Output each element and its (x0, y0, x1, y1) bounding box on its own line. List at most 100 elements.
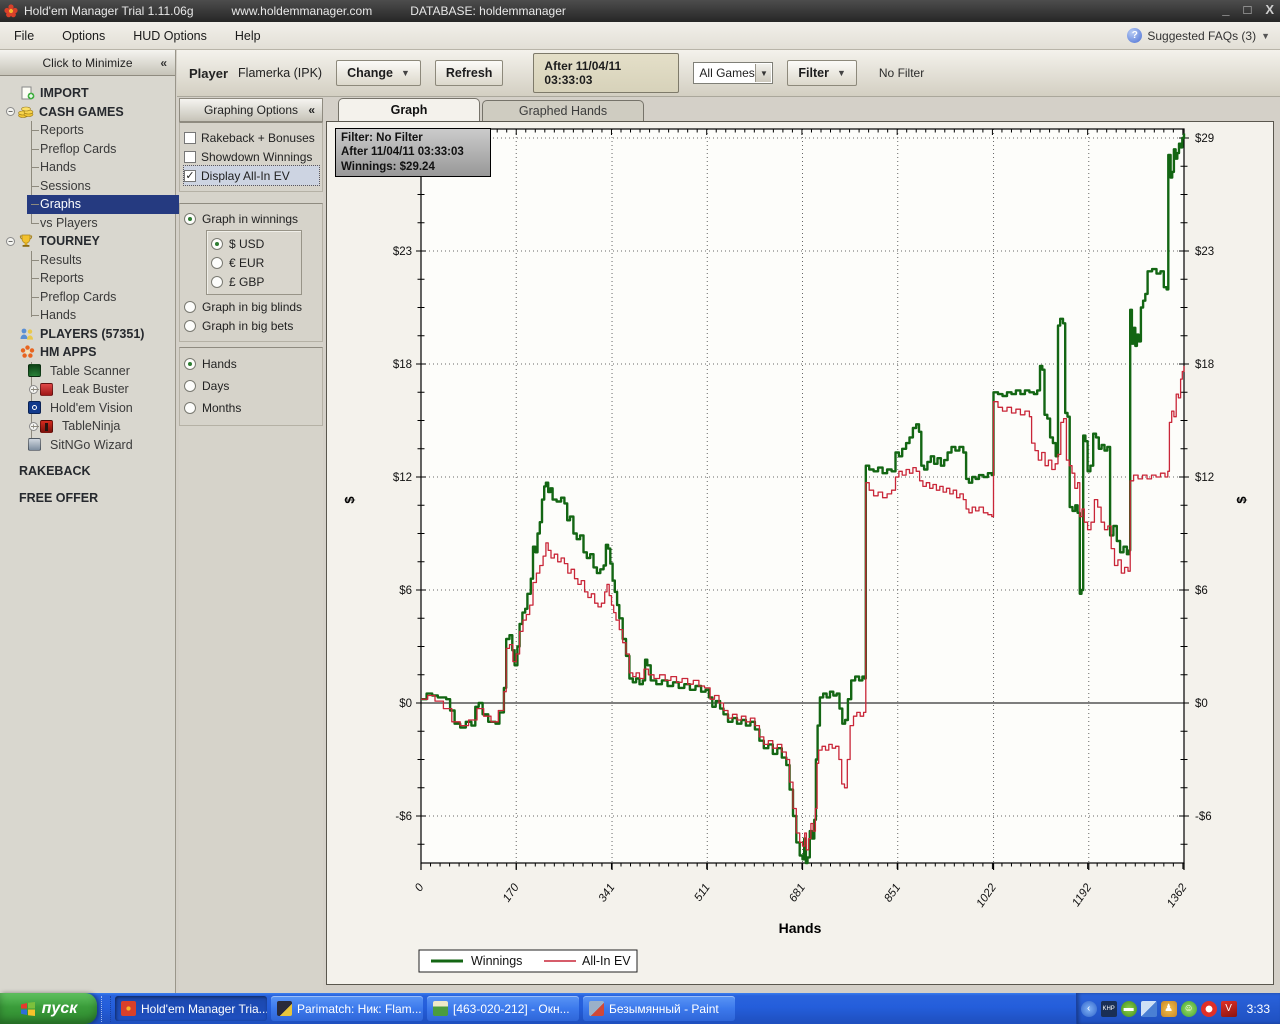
opera-icon[interactable] (1200, 1000, 1217, 1017)
winnings-chart-plot[interactable]: $29$29$23$23$18$18$12$12$6$6$0$0-$6-$601… (327, 122, 1273, 984)
taskbar-task-parimatch[interactable]: Parimatch: Ник: Flam... (271, 996, 423, 1021)
sidebar-section-free-offer[interactable]: FREE OFFER (6, 489, 175, 508)
graph-tabs: Graph Graphed Hands (326, 98, 644, 121)
radio-button[interactable] (184, 358, 196, 370)
sidebar-section-hm-apps[interactable]: HM APPS (6, 343, 175, 362)
sidebar-item-sitngo-wizard[interactable]: SitNGo Wizard (27, 436, 175, 455)
collapse-node-icon[interactable]: − (6, 107, 15, 117)
checkbox-box[interactable] (184, 131, 196, 144)
khp-icon[interactable]: KHP (1100, 1000, 1117, 1017)
change-player-button[interactable]: Change ▼ (336, 60, 421, 86)
radio-graph-in-big-blinds[interactable]: Graph in big blinds (184, 297, 319, 316)
sidebar-item-label: Table Scanner (50, 363, 130, 378)
expand-node-icon[interactable]: + (29, 421, 38, 431)
radio-months[interactable]: Months (184, 397, 319, 419)
sidebar-item-table-scanner[interactable]: Table Scanner (27, 362, 175, 381)
sidebar-item-leak-buster[interactable]: + Leak Buster (27, 380, 175, 399)
chevron-down-icon: ▼ (1261, 30, 1270, 41)
radio-button[interactable] (211, 237, 223, 250)
sidebar-section-cash-games[interactable]: − CASH GAMES (6, 103, 175, 122)
sidebar-item-label: Hold'em Vision (50, 400, 133, 415)
radio-graph-in-big-bets[interactable]: Graph in big bets (184, 316, 319, 335)
radio-hands[interactable]: Hands (184, 353, 319, 375)
svg-text:-$6: -$6 (395, 811, 412, 823)
combo-arrow-icon[interactable]: ▼ (755, 64, 772, 82)
radio--gbp[interactable]: £ GBP (211, 272, 297, 291)
network-icon[interactable] (1140, 1000, 1157, 1017)
antivirus-flag-icon[interactable]: V (1220, 1000, 1237, 1017)
sidebar-item-hands[interactable]: Hands (27, 158, 175, 177)
messenger-icon[interactable]: ☺ (1180, 1000, 1197, 1017)
refresh-button[interactable]: Refresh (434, 60, 504, 86)
sidebar-item-vs-players[interactable]: vs Players (27, 214, 175, 233)
radio-label: £ GBP (229, 274, 265, 289)
svg-text:170: 170 (501, 881, 522, 904)
radio--eur[interactable]: € EUR (211, 253, 297, 272)
radio-button[interactable] (184, 212, 196, 225)
expand-node-icon[interactable]: + (29, 384, 38, 394)
filter-button[interactable]: Filter ▼ (787, 60, 857, 86)
sidebar-section-label: IMPORT (40, 86, 89, 101)
minimize-button[interactable]: _ (1222, 2, 1229, 17)
sidebar-item-reports[interactable]: Reports (27, 269, 175, 288)
sidebar-item-label: vs Players (40, 215, 98, 230)
sidebar-section-players-57351-[interactable]: PLAYERS (57351) (6, 325, 175, 344)
radio-button[interactable] (211, 256, 223, 269)
sidebar-item-hold-em-vision[interactable]: Hold'em Vision (27, 399, 175, 418)
sidebar-item-results[interactable]: Results (27, 251, 175, 270)
svg-text:-$6: -$6 (1195, 811, 1212, 823)
window-title: Hold'em Manager Trial 1.11.06g (24, 4, 194, 18)
sidebar-item-hands[interactable]: Hands (27, 306, 175, 325)
sidebar-item-tableninja[interactable]: + TableNinja (27, 417, 175, 436)
sidebar-item-sessions[interactable]: Sessions (27, 177, 175, 196)
sidebar-section-tourney[interactable]: − TOURNEY (6, 232, 175, 251)
suggested-faqs[interactable]: ? Suggested FAQs (3) ▼ (1127, 22, 1270, 49)
sidebar-item-preflop-cards[interactable]: Preflop Cards (27, 140, 175, 159)
sidebar-item-preflop-cards[interactable]: Preflop Cards (27, 288, 175, 307)
people-icon[interactable]: ♟ (1160, 1000, 1177, 1017)
taskbar-task-table-window[interactable]: [463-020-212] - Окн... (427, 996, 579, 1021)
restore-button[interactable]: □ (1243, 2, 1251, 17)
sidebar-minimize-header[interactable]: Click to Minimize « (0, 50, 175, 76)
checkbox-box[interactable] (184, 150, 196, 163)
checkbox-rakeback-bonuses[interactable]: Rakeback + Bonuses (184, 128, 319, 147)
radio-button[interactable] (184, 380, 196, 392)
leak-buster-icon (40, 382, 53, 396)
window-database: DATABASE: holdemmanager (410, 4, 566, 18)
menu-file[interactable]: File (0, 22, 48, 49)
radio-button[interactable] (184, 402, 196, 414)
menu-hud-options[interactable]: HUD Options (119, 22, 221, 49)
svg-text:$: $ (1234, 496, 1249, 504)
checkbox-showdown-winnings[interactable]: Showdown Winnings (184, 147, 319, 166)
graphing-options-header[interactable]: Graphing Options « (179, 98, 323, 122)
sidebar-item-graphs[interactable]: Graphs (27, 195, 195, 214)
sidebar-tree: IMPORT − CASH GAMES Reports Preflop Cards Han… (0, 76, 195, 508)
radio-button[interactable] (184, 319, 196, 332)
smiley-shades-icon[interactable]: ▬ (1120, 1000, 1137, 1017)
sidebar-item-reports[interactable]: Reports (27, 121, 175, 140)
checkbox-box[interactable]: ✓ (184, 169, 196, 182)
radio-graph-in-winnings[interactable]: Graph in winnings (184, 209, 319, 228)
taskbar-task-paint[interactable]: Безымянный - Paint (583, 996, 735, 1021)
taskbar-task-hm-flower[interactable]: Hold'em Manager Tria... (115, 996, 267, 1021)
sidebar-item-label: Hands (40, 308, 77, 323)
collapse-node-icon[interactable]: − (6, 236, 15, 246)
checkbox-display-all-in-ev[interactable]: ✓ Display All-In EV (183, 165, 320, 186)
sidebar-section-import[interactable]: IMPORT (6, 84, 175, 103)
currency-subgroup: $ USD € EUR £ GBP (206, 230, 302, 295)
sidebar-section-rakeback[interactable]: RAKEBACK (6, 462, 175, 481)
tab-graph[interactable]: Graph (338, 98, 480, 121)
menu-options[interactable]: Options (48, 22, 119, 49)
date-filter-button[interactable]: After 11/04/11 03:33:03 (533, 53, 680, 93)
radio-button[interactable] (184, 300, 196, 313)
games-select[interactable]: All Games ▼ (693, 62, 774, 84)
close-button[interactable]: X (1265, 2, 1274, 17)
radio--usd[interactable]: $ USD (211, 234, 297, 253)
start-button[interactable]: пуск (0, 993, 97, 1024)
radio-days[interactable]: Days (184, 375, 319, 397)
radio-button[interactable] (211, 275, 223, 288)
menu-help[interactable]: Help (221, 22, 275, 49)
tab-graphed-hands[interactable]: Graphed Hands (482, 100, 644, 121)
hide-icons-chevron[interactable]: ‹ (1080, 1000, 1097, 1017)
window-url: www.holdemmanager.com (231, 4, 373, 18)
